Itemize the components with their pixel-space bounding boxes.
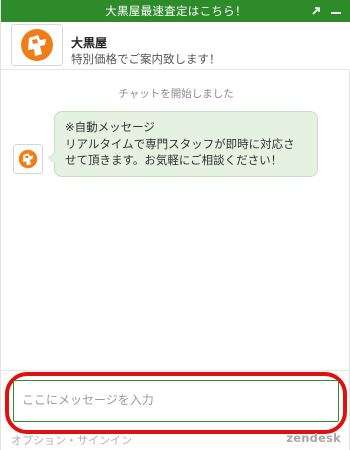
agent-subtitle: 特別価格でご案内致します！ [71, 52, 221, 66]
daikokuya-logo-icon [18, 149, 38, 169]
widget-title: 大黒屋最速査定はこちら！ [105, 4, 247, 18]
agent-header: 大黒屋 特別価格でご案内致します！ [1, 22, 350, 70]
chat-message-bubble: ※自動メッセージ リアルタイムで専門スタッフが即時に対応さ せて頂きます。お気軽… [48, 111, 318, 177]
arrow-up-right-icon [312, 7, 320, 15]
message-line: リアルタイムで専門スタッフが即時に対応さ [65, 136, 295, 151]
message-line: せて頂きます。お気軽にご相談ください！ [65, 153, 283, 167]
zendesk-logo[interactable]: zendesk [286, 431, 341, 445]
system-message: チャットを開始しました [118, 88, 234, 100]
daikokuya-logo-icon [21, 29, 53, 61]
options-signin-link[interactable]: オプション・サインイン [11, 432, 132, 448]
avatar [13, 144, 43, 174]
chat-log[interactable]: チャットを開始しました ※自動メッセージ リアルタイムで専門スタッフが即時に対応… [1, 71, 350, 371]
minimize-button[interactable] [327, 0, 345, 22]
widget-title-bar[interactable]: 大黒屋最速査定はこちら！ [1, 0, 350, 22]
popout-button[interactable] [307, 0, 325, 22]
company-logo [11, 24, 63, 66]
agent-name: 大黒屋 [71, 36, 108, 50]
chat-widget: 大黒屋最速査定はこちら！ 大黒屋 特別価格でご案内致します！ チャットを開始しま… [0, 0, 350, 450]
divider [1, 370, 350, 371]
message-line: ※自動メッセージ [65, 120, 155, 134]
message-input[interactable] [13, 380, 339, 422]
minimize-icon [331, 12, 341, 14]
widget-footer: オプション・サインイン zendesk [1, 428, 350, 450]
